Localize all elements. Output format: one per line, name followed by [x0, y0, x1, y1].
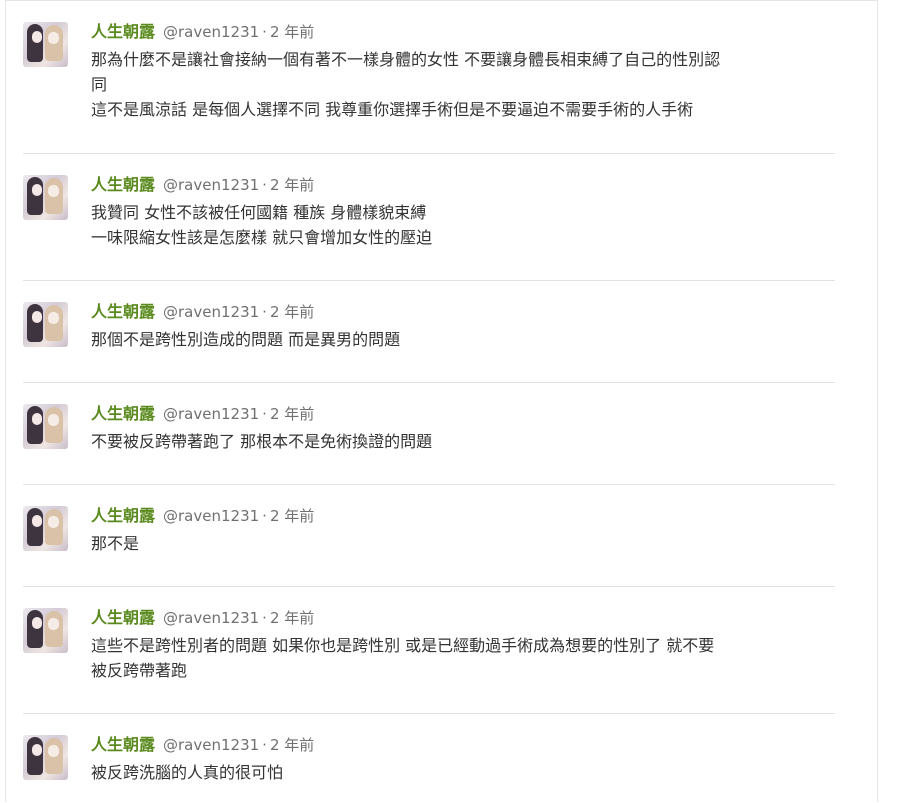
comment-item: 人生朝露 @raven1231 · 2 年前 那個不是跨性別造成的問題 而是異男的問題 [23, 281, 835, 383]
comment-item: 人生朝露 @raven1231 · 2 年前 那為什麼不是讓社會接納一個有著不一樣身體… [23, 1, 835, 154]
author-handle[interactable]: @raven1231 [163, 507, 259, 525]
comment-timestamp[interactable]: 2 年前 [270, 609, 314, 627]
comment-text: 那不是 [91, 531, 831, 556]
author-name[interactable]: 人生朝露 [91, 175, 155, 194]
author-name[interactable]: 人生朝露 [91, 302, 155, 321]
meta-separator: · [262, 736, 267, 754]
comment-meta: 人生朝露 @raven1231 · 2 年前 [91, 403, 831, 425]
comment-text: 不要被反跨帶著跑了 那根本不是免術換證的問題 [91, 429, 831, 454]
comment-item: 人生朝露 @raven1231 · 2 年前 被反跨洗腦的人真的很可怕 [23, 714, 835, 803]
comment-thread: 人生朝露 @raven1231 · 2 年前 那為什麼不是讓社會接納一個有著不一樣身體… [6, 1, 879, 803]
comment-panel: 人生朝露 @raven1231 · 2 年前 那為什麼不是讓社會接納一個有著不一樣身體… [5, 0, 878, 802]
comment-meta: 人生朝露 @raven1231 · 2 年前 [91, 734, 831, 756]
comment-text: 這些不是跨性別者的問題 如果你也是跨性別 或是已經動過手術成為想要的性別了 就不… [91, 633, 831, 683]
author-handle[interactable]: @raven1231 [163, 609, 259, 627]
comment-timestamp[interactable]: 2 年前 [270, 176, 314, 194]
comment-item: 人生朝露 @raven1231 · 2 年前 不要被反跨帶著跑了 那根本不是免術換證的… [23, 383, 835, 485]
author-name[interactable]: 人生朝露 [91, 404, 155, 423]
meta-separator: · [262, 609, 267, 627]
comment-meta: 人生朝露 @raven1231 · 2 年前 [91, 21, 831, 43]
comment-text-line: 一味限縮女性該是怎麼樣 就只會增加女性的壓迫 [91, 228, 433, 247]
author-name[interactable]: 人生朝露 [91, 608, 155, 627]
user-avatar[interactable] [23, 506, 68, 551]
comment-text: 我贊同 女性不該被任何國籍 種族 身體樣貌束縛 一味限縮女性該是怎麼樣 就只會增… [91, 200, 831, 250]
user-avatar[interactable] [23, 608, 68, 653]
comment-text-line: 這些不是跨性別者的問題 如果你也是跨性別 或是已經動過手術成為想要的性別了 就不… [91, 636, 715, 655]
comment-timestamp[interactable]: 2 年前 [270, 303, 314, 321]
meta-separator: · [262, 303, 267, 321]
comment-text-line: 那不是 [91, 534, 140, 553]
comment-text: 那為什麼不是讓社會接納一個有著不一樣身體的女性 不要讓身體長相束縛了自己的性別認… [91, 47, 831, 122]
comment-text-line: 這不是風涼話 是每個人選擇不同 我尊重你選擇手術但是不要逼迫不需要手術的人手術 [91, 100, 694, 119]
comment-text-line: 不要被反跨帶著跑了 那根本不是免術換證的問題 [91, 432, 433, 451]
meta-separator: · [262, 23, 267, 41]
comment-text-line: 那個不是跨性別造成的問題 而是異男的問題 [91, 330, 401, 349]
comment-timestamp[interactable]: 2 年前 [270, 23, 314, 41]
comment-text-line: 那為什麼不是讓社會接納一個有著不一樣身體的女性 不要讓身體長相束縛了自己的性別認 [91, 50, 721, 69]
comment-text-line: 被反跨洗腦的人真的很可怕 [91, 763, 284, 782]
author-handle[interactable]: @raven1231 [163, 736, 259, 754]
comment-timestamp[interactable]: 2 年前 [270, 507, 314, 525]
comment-item: 人生朝露 @raven1231 · 2 年前 這些不是跨性別者的問題 如果你也是跨性別… [23, 587, 835, 714]
user-avatar[interactable] [23, 404, 68, 449]
meta-separator: · [262, 507, 267, 525]
meta-separator: · [262, 405, 267, 423]
user-avatar[interactable] [23, 22, 68, 67]
comment-meta: 人生朝露 @raven1231 · 2 年前 [91, 505, 831, 527]
meta-separator: · [262, 176, 267, 194]
user-avatar[interactable] [23, 735, 68, 780]
author-handle[interactable]: @raven1231 [163, 303, 259, 321]
comment-timestamp[interactable]: 2 年前 [270, 405, 314, 423]
comment-text-line: 被反跨帶著跑 [91, 661, 188, 680]
user-avatar[interactable] [23, 302, 68, 347]
comment-text: 那個不是跨性別造成的問題 而是異男的問題 [91, 327, 831, 352]
comment-timestamp[interactable]: 2 年前 [270, 736, 314, 754]
user-avatar[interactable] [23, 175, 68, 220]
comment-meta: 人生朝露 @raven1231 · 2 年前 [91, 301, 831, 323]
comment-meta: 人生朝露 @raven1231 · 2 年前 [91, 174, 831, 196]
author-name[interactable]: 人生朝露 [91, 506, 155, 525]
author-handle[interactable]: @raven1231 [163, 23, 259, 41]
comment-text: 被反跨洗腦的人真的很可怕 [91, 760, 831, 785]
comment-item: 人生朝露 @raven1231 · 2 年前 我贊同 女性不該被任何國籍 種族 身體樣… [23, 154, 835, 281]
author-name[interactable]: 人生朝露 [91, 735, 155, 754]
comment-text-line: 同 [91, 75, 108, 94]
author-handle[interactable]: @raven1231 [163, 405, 259, 423]
comment-text-line: 我贊同 女性不該被任何國籍 種族 身體樣貌束縛 [91, 203, 427, 222]
author-handle[interactable]: @raven1231 [163, 176, 259, 194]
comment-item: 人生朝露 @raven1231 · 2 年前 那不是 [23, 485, 835, 587]
comment-meta: 人生朝露 @raven1231 · 2 年前 [91, 607, 831, 629]
author-name[interactable]: 人生朝露 [91, 22, 155, 41]
